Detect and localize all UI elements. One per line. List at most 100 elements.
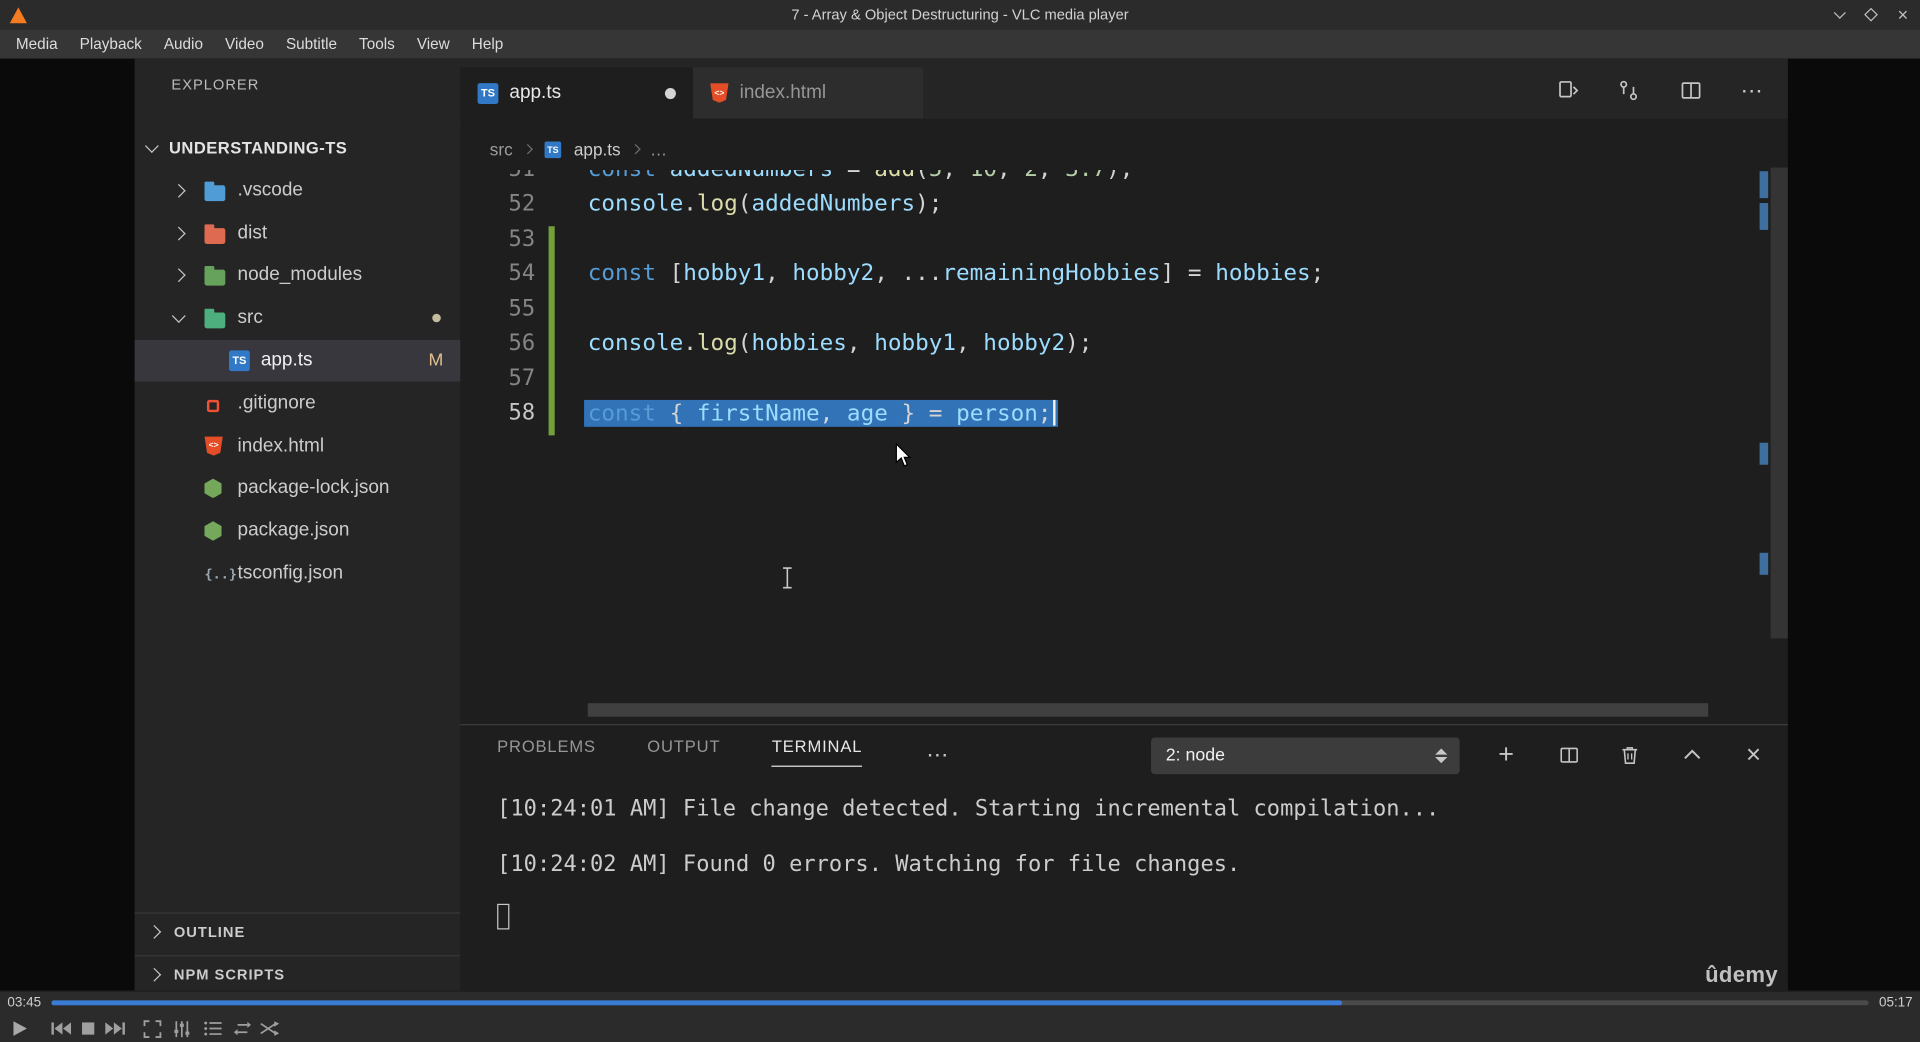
tree-item-tsconfig-json[interactable]: tsconfig.json bbox=[135, 552, 461, 595]
close-button[interactable] bbox=[1893, 5, 1913, 25]
trash-icon bbox=[1622, 746, 1638, 764]
npm-file-icon bbox=[204, 521, 222, 541]
equalizer-icon bbox=[173, 1020, 189, 1037]
video-area[interactable]: EXPLORER UNDERSTANDING-TS .vscode dist nod… bbox=[0, 58, 1920, 991]
line-number: 55 bbox=[508, 295, 536, 322]
panel-more-button[interactable]: ⋯ bbox=[924, 741, 951, 768]
chevron-down-icon bbox=[171, 309, 186, 324]
tree-item-src[interactable]: src bbox=[135, 297, 461, 340]
panel-tab-terminal[interactable]: TERMINAL bbox=[771, 737, 863, 767]
outline-section-label: OUTLINE bbox=[173, 922, 246, 940]
panel-tab-output[interactable]: OUTPUT bbox=[647, 737, 720, 765]
volume-controls: 101% bbox=[1772, 1036, 1915, 1042]
line-number: 53 bbox=[508, 225, 536, 252]
menu-tools[interactable]: Tools bbox=[348, 29, 406, 58]
token: ( bbox=[737, 330, 752, 356]
menu-playback[interactable]: Playback bbox=[69, 29, 153, 58]
split-editor-button[interactable] bbox=[1678, 77, 1705, 104]
code-text: const [hobby1, hobby2, ...remainingHobbi… bbox=[588, 260, 1325, 286]
explorer-tree: UNDERSTANDING-TS .vscode dist node_modules… bbox=[134, 127, 461, 595]
code-line-52[interactable]: 52 console.log(addedNumbers); bbox=[460, 191, 1787, 226]
tree-item-label: tsconfig.json bbox=[237, 562, 344, 584]
token: hobby1 bbox=[874, 330, 957, 356]
next-button[interactable] bbox=[100, 1014, 129, 1042]
terminal-profile-select[interactable]: 2: node bbox=[1151, 737, 1460, 775]
code-line-57[interactable]: 57 bbox=[460, 365, 1787, 400]
terminal-line: [10:24:01 AM] File change detected. Star… bbox=[497, 796, 1440, 822]
kill-terminal-button[interactable] bbox=[1616, 741, 1643, 768]
terminal-profile-label: 2: node bbox=[1165, 746, 1225, 766]
playlist-button[interactable] bbox=[198, 1014, 227, 1042]
breadcrumb-folder[interactable]: src bbox=[490, 139, 513, 159]
new-terminal-button[interactable] bbox=[1493, 741, 1520, 768]
previous-button[interactable] bbox=[47, 1014, 76, 1042]
code-line-58[interactable]: 58 const { firstName, age } = person; bbox=[460, 399, 1787, 435]
menu-help[interactable]: Help bbox=[461, 29, 515, 58]
tab-app-ts[interactable]: app.ts bbox=[460, 67, 694, 119]
breadcrumb-file[interactable]: app.ts bbox=[574, 139, 621, 159]
play-button[interactable] bbox=[5, 1014, 34, 1042]
tree-item-gitignore[interactable]: .gitignore bbox=[135, 382, 461, 425]
code-line-54[interactable]: 54 const [hobby1, hobby2, ...remainingHob… bbox=[460, 260, 1787, 295]
window-title: 7 - Array & Object Destructuring - VLC m… bbox=[791, 6, 1129, 24]
code-line-56[interactable]: 56 console.log(hobbies, hobby1, hobby2); bbox=[460, 330, 1787, 365]
token: remainingHobbies bbox=[942, 260, 1161, 287]
close-panel-button[interactable] bbox=[1740, 741, 1767, 768]
tab-index-html[interactable]: index.html bbox=[693, 67, 924, 119]
seek-bar[interactable] bbox=[51, 1000, 1869, 1006]
token: console bbox=[587, 330, 684, 356]
outline-section[interactable]: OUTLINE bbox=[134, 912, 461, 949]
code-viewport[interactable]: 51const addedNumbers = add(5, 10, 2, 3.7… bbox=[460, 169, 1788, 725]
tree-item-node-modules[interactable]: node_modules bbox=[135, 254, 461, 297]
npm-scripts-section[interactable]: NPM SCRIPTS bbox=[134, 955, 461, 990]
tree-item-package-json[interactable]: package.json bbox=[135, 510, 461, 553]
split-terminal-button[interactable] bbox=[1555, 741, 1582, 768]
mouse-pointer-icon bbox=[895, 442, 913, 469]
open-changes-button[interactable] bbox=[1555, 77, 1582, 104]
line-number: 56 bbox=[508, 330, 536, 356]
code-line-53[interactable]: 53 bbox=[460, 226, 1787, 261]
fullscreen-button[interactable] bbox=[137, 1014, 166, 1042]
menu-subtitle[interactable]: Subtitle bbox=[275, 29, 348, 58]
token: ); bbox=[1106, 170, 1133, 182]
npm-file-icon bbox=[204, 478, 222, 499]
git-compare-button[interactable] bbox=[1615, 77, 1642, 104]
maximize-button[interactable] bbox=[1861, 5, 1881, 25]
more-actions-button[interactable]: ⋯ bbox=[1739, 77, 1766, 104]
vertical-scrollbar[interactable] bbox=[1770, 167, 1788, 639]
menu-media[interactable]: Media bbox=[5, 29, 69, 58]
tree-item-label: dist bbox=[237, 222, 268, 243]
menu-audio[interactable]: Audio bbox=[153, 29, 214, 58]
code-line-51[interactable]: 51 const addedNumbers = add(5, 10, 2, 3.7… bbox=[460, 170, 1787, 191]
line-number: 54 bbox=[508, 260, 536, 287]
breadcrumb-symbol[interactable]: … bbox=[650, 139, 667, 159]
tree-item-app-ts[interactable]: app.ts M bbox=[134, 339, 461, 383]
maximize-panel-button[interactable] bbox=[1679, 741, 1706, 768]
stop-button[interactable] bbox=[73, 1014, 102, 1042]
editor-caret bbox=[1052, 399, 1056, 426]
menu-view[interactable]: View bbox=[406, 29, 461, 58]
horizontal-scrollbar[interactable] bbox=[587, 703, 1709, 717]
window-controls bbox=[1829, 0, 1912, 29]
tree-item-label: app.ts bbox=[260, 349, 313, 371]
chevron-right-icon bbox=[147, 924, 162, 939]
tree-item-index-html[interactable]: index.html bbox=[135, 425, 461, 468]
split-editor-icon bbox=[1681, 82, 1701, 99]
tree-item-dist[interactable]: dist bbox=[135, 212, 461, 255]
loop-icon bbox=[233, 1021, 252, 1036]
tree-item-vscode[interactable]: .vscode bbox=[135, 169, 461, 212]
terminal-cursor bbox=[497, 903, 510, 930]
chevron-right-icon bbox=[147, 967, 162, 982]
minimize-button[interactable] bbox=[1829, 5, 1849, 25]
tree-item-label: package.json bbox=[237, 519, 350, 541]
loop-button[interactable] bbox=[228, 1014, 257, 1042]
code-line-55[interactable]: 55 bbox=[460, 295, 1787, 330]
panel-tab-problems[interactable]: PROBLEMS bbox=[497, 737, 596, 765]
split-terminal-icon bbox=[1559, 747, 1578, 763]
tree-root-item[interactable]: UNDERSTANDING-TS bbox=[135, 127, 461, 170]
unsaved-dot-icon[interactable] bbox=[664, 87, 676, 99]
extended-settings-button[interactable] bbox=[167, 1014, 196, 1042]
shuffle-button[interactable] bbox=[255, 1014, 284, 1042]
tree-item-package-lock-json[interactable]: package-lock.json bbox=[135, 467, 461, 510]
menu-video[interactable]: Video bbox=[214, 29, 275, 58]
